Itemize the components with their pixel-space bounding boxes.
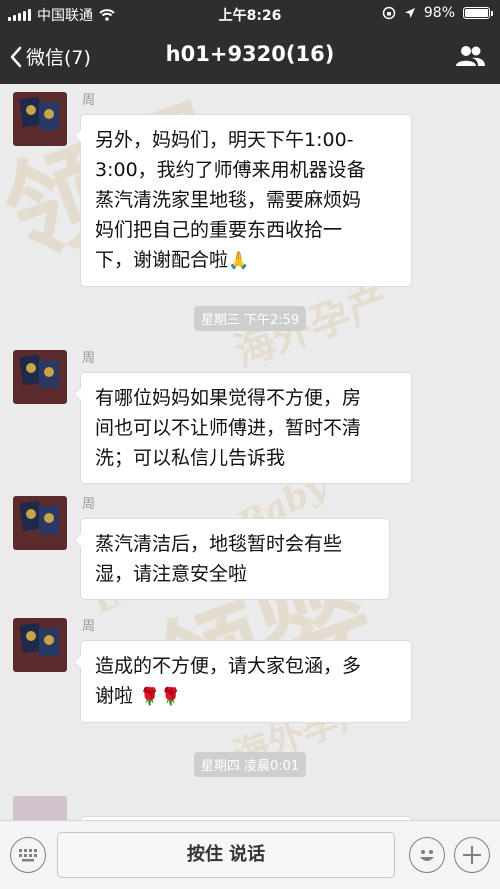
timestamp-label: 星期三 下午2:59 [193, 306, 307, 331]
message-bubble[interactable]: 另外，妈妈们，明天下午1:00- 3:00，我约了师傅来用机器设备 蒸汽清洗家里… [74, 114, 412, 287]
pray-emoji-icon: 🙏 [228, 251, 250, 271]
message-line: 造成的不方便，请大家包涵，多 [95, 655, 362, 677]
emoji-icon [420, 850, 434, 861]
message-line: 3:00，我约了师傅来用机器设备 [95, 159, 366, 181]
message-line: 另外，妈妈们，明天下午1:00- [95, 129, 354, 151]
battery-percent: 98% [423, 5, 455, 21]
hold-to-talk-button[interactable]: 按住 说话 [57, 832, 395, 878]
avatar[interactable] [13, 496, 67, 550]
emoji-button[interactable] [409, 837, 445, 873]
avatar[interactable] [13, 796, 67, 820]
message-line: 蒸汽清洁后，地毯暂时会有些 [95, 533, 343, 555]
timestamp: 星期三 下午2:59 [0, 306, 500, 331]
message-line: 下，谢谢配合啦🙏 [95, 245, 397, 276]
message-line: 有哪位妈妈如果觉得不方便，房 [95, 387, 362, 409]
timestamp-label: 星期四 凌晨0:01 [193, 752, 307, 777]
message-line: 妈们把自己的重要东西收拾一 [95, 219, 343, 241]
sender-name: 周 [82, 93, 96, 108]
message-line: 湿，请注意安全啦 [95, 563, 248, 585]
nav-bar: 微信(7) h01+9320(16) [0, 28, 500, 84]
chat-area[interactable]: 领婴 海外孕产 领婴 Leading Baby 海外孕产 周 另外，妈妈们，明天… [0, 84, 500, 820]
sender-name: 周 [82, 619, 96, 634]
status-bar: 中国联通 上午8:26 98% [0, 0, 500, 28]
more-button[interactable] [454, 837, 490, 873]
rose-emoji-icon: 🌹🌹 [139, 687, 182, 707]
timestamp: 星期四 凌晨0:01 [0, 752, 500, 777]
avatar[interactable] [13, 618, 67, 672]
message-line: 谢啦 🌹🌹 [95, 681, 397, 712]
message-text: 谢啦 [95, 685, 134, 707]
sender-name: 周 [82, 497, 96, 512]
avatar[interactable] [13, 92, 67, 146]
group-icon [456, 46, 485, 66]
message-line: 洗；可以私信儿告诉我 [95, 447, 286, 469]
plus-icon [463, 846, 481, 864]
input-bar: 按住 说话 [0, 820, 500, 889]
group-info-button[interactable] [454, 44, 486, 72]
keyboard-icon [19, 849, 37, 862]
message-line: 蒸汽清洗家里地毯，需要麻烦妈 [95, 189, 362, 211]
keyboard-button[interactable] [10, 837, 46, 873]
message-bubble[interactable]: 蒸汽清洁后，地毯暂时会有些 湿，请注意安全啦 [74, 518, 390, 600]
location-icon [404, 8, 415, 18]
battery-icon [463, 7, 493, 19]
message-bubble[interactable]: 有哪位妈妈如果觉得不方便，房 间也可以不让师傅进，暂时不清 洗；可以私信儿告诉我 [74, 372, 412, 484]
rotation-lock-icon [382, 6, 396, 20]
sender-name: 周 [82, 351, 96, 366]
message-bubble[interactable]: 造成的不方便，请大家包涵，多 谢啦 🌹🌹 [74, 640, 412, 723]
avatar[interactable] [13, 350, 67, 404]
message-line: 间也可以不让师傅进，暂时不清 [95, 417, 362, 439]
message-text: 下，谢谢配合啦 [95, 249, 229, 271]
chat-title: h01+9320(16) [165, 42, 335, 66]
